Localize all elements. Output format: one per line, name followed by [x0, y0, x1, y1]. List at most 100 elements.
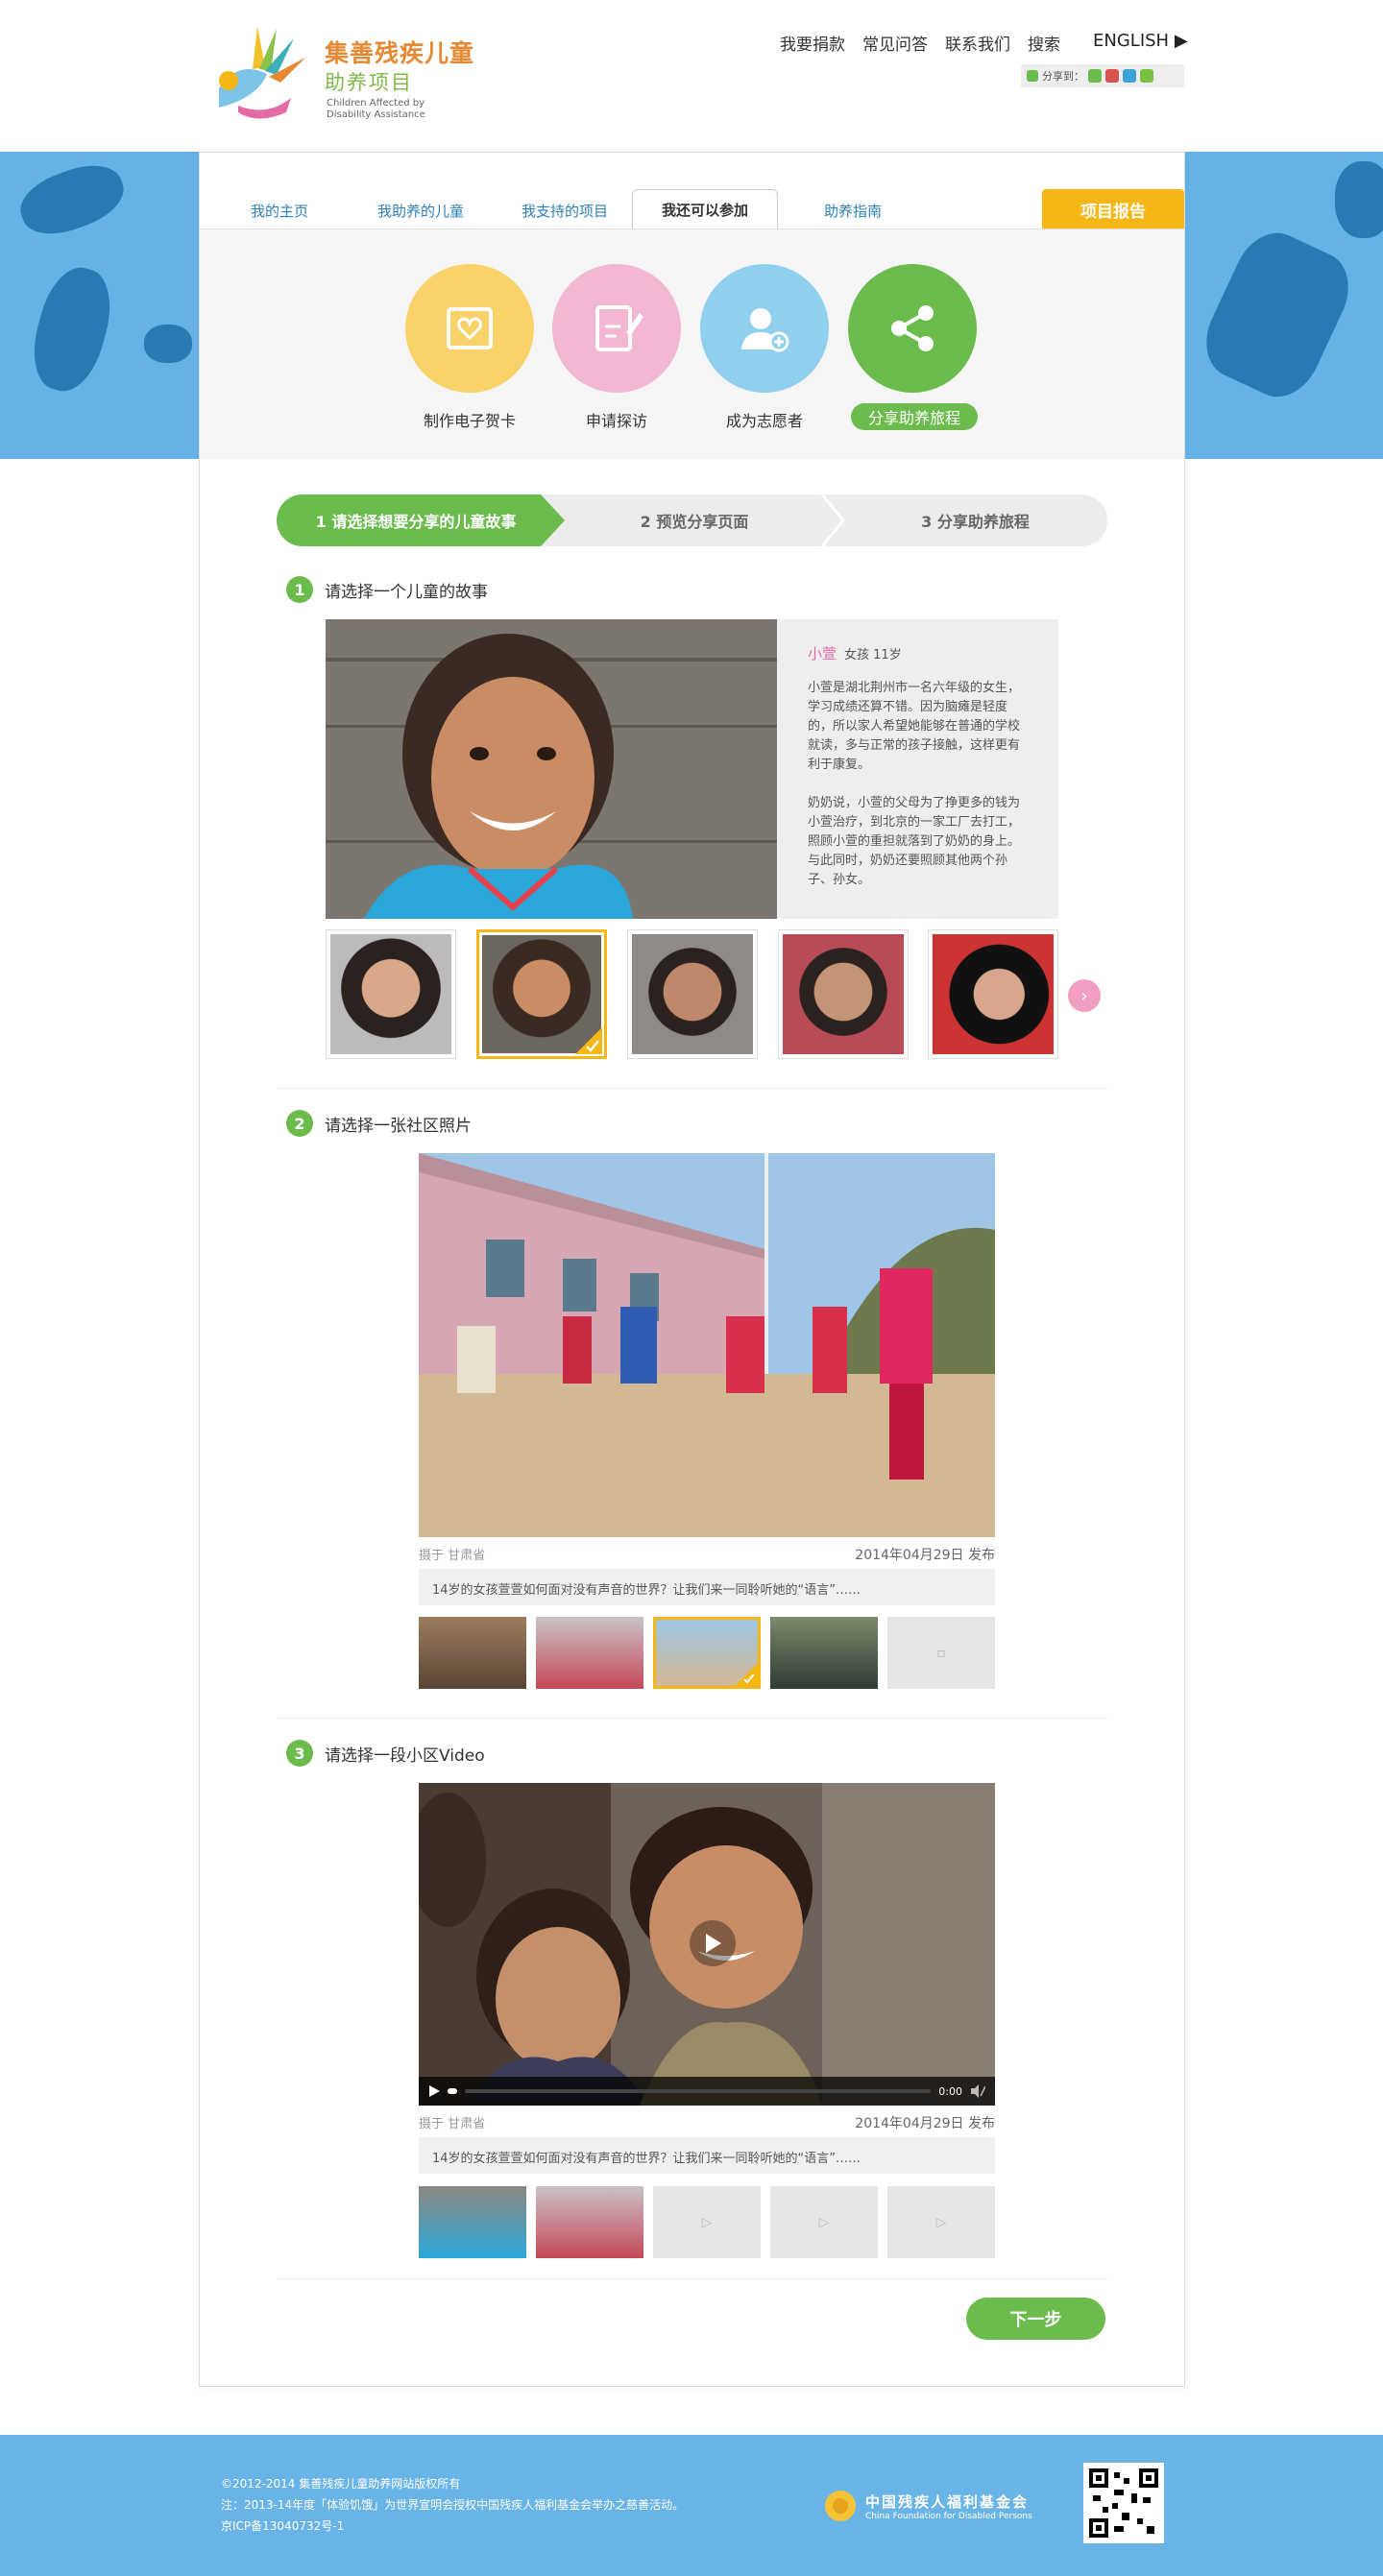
child-thumb[interactable]	[476, 929, 607, 1059]
volunteer-label: 成为志愿者	[725, 412, 803, 430]
child-thumb[interactable]	[778, 929, 909, 1059]
photo-placeholder[interactable]: ▫	[887, 1617, 995, 1689]
child-story-photo	[326, 619, 777, 919]
photo-thumb[interactable]	[770, 1617, 878, 1689]
action-area: 制作电子贺卡 申请探访 成为志愿者	[200, 229, 1184, 459]
video-location: 摄于 甘肃省	[419, 2117, 486, 2131]
foundation-name-en: China Foundation for Disabled Persons	[865, 2511, 1032, 2521]
weibo-icon[interactable]	[1105, 69, 1119, 83]
child-thumb[interactable]	[928, 929, 1058, 1059]
video-thumb[interactable]	[419, 2186, 526, 2258]
video-time: 0:00	[938, 2084, 962, 2098]
photo-thumb-selected[interactable]	[653, 1617, 761, 1689]
video-progress-bar[interactable]	[465, 2089, 932, 2093]
wechat-icon[interactable]	[1140, 69, 1153, 83]
section-2-title: 请选择一张社区照片	[325, 1116, 472, 1136]
child-name: 小萱	[808, 645, 837, 662]
nav-faq-link[interactable]: 常见问答	[862, 31, 928, 55]
visit-button[interactable]	[552, 264, 681, 393]
ecard-button[interactable]	[405, 264, 534, 393]
photo-date: 2014年04月29日 发布	[855, 1548, 995, 1563]
section-2-header: 2 请选择一张社区照片	[286, 1110, 472, 1137]
volunteer-button[interactable]	[700, 264, 829, 393]
qr-code	[1083, 2463, 1164, 2543]
step-2: 2 预览分享页面	[640, 513, 749, 531]
photo-thumb[interactable]	[536, 1617, 643, 1689]
play-icon	[706, 1934, 721, 1953]
image-placeholder-icon: ▫	[936, 1645, 946, 1661]
qzone-icon[interactable]	[1088, 69, 1102, 83]
tencent-weibo-icon[interactable]	[1123, 69, 1136, 83]
tab-my-children[interactable]: 我助养的儿童	[363, 191, 478, 229]
video-placeholder[interactable]: ▷	[770, 2186, 878, 2258]
section-1-number: 1	[286, 576, 313, 603]
english-label: ENGLISH	[1093, 31, 1170, 51]
logo-text-cn-2: 助养项目	[325, 71, 413, 94]
divider	[277, 2278, 1107, 2279]
video-caption: 14岁的女孩萱萱如何面对没有声音的世界？让我们来一同聆听她的“语言”……	[419, 2137, 995, 2174]
tab-bar: 我的主页 我助养的儿童 我支持的项目 我还可以参加 助养指南	[200, 153, 1184, 229]
qr-code-icon	[1089, 2468, 1158, 2538]
section-3-header: 3 请选择一段小区Video	[286, 1740, 485, 1767]
nav-contact-link[interactable]: 联系我们	[945, 31, 1010, 55]
video-placeholder-icon: ▷	[701, 2214, 713, 2230]
video-placeholder-icon: ▷	[818, 2214, 830, 2230]
tab-join-more[interactable]: 我还可以参加	[632, 189, 778, 229]
top-nav: 我要捐款 常见问答 联系我们 搜索	[780, 31, 1078, 55]
video-date: 2014年04月29日 发布	[855, 2116, 995, 2131]
volume-icon[interactable]	[970, 2084, 985, 2098]
play-small-icon[interactable]	[428, 2085, 440, 2097]
foundation-name-cn: 中国残疾人福利基金会	[865, 2492, 1030, 2511]
next-arrow-icon[interactable]: ›	[1068, 979, 1101, 1012]
section-3-title: 请选择一段小区Video	[325, 1745, 485, 1766]
add-user-icon	[741, 308, 789, 352]
child-thumb[interactable]	[326, 929, 456, 1059]
share-bar: 分享到：	[1021, 64, 1184, 87]
play-button[interactable]	[690, 1920, 736, 1966]
video-player[interactable]: 0:00	[419, 1783, 995, 2106]
logo-text-cn: 集善残疾儿童	[325, 39, 475, 67]
section-3-number: 3	[286, 1740, 313, 1767]
ecard-label: 制作电子贺卡	[423, 412, 516, 430]
child-info: 女孩 11岁	[844, 648, 902, 662]
video-thumb[interactable]	[536, 2186, 643, 2258]
footer-text: ©2012-2014 集善残疾儿童助养网站版权所有 注：2013-14年度「体验…	[221, 2473, 684, 2537]
english-link[interactable]: ENGLISH ▶	[1093, 31, 1188, 51]
photo-thumb[interactable]	[419, 1617, 526, 1689]
tab-my-home[interactable]: 我的主页	[227, 191, 332, 229]
story-paragraph-2: 奶奶说，小萱的父母为了挣更多的钱为小萱治疗，到北京的一家工厂去打工，照顾小萱的重…	[808, 796, 1021, 887]
tab-my-projects[interactable]: 我支持的项目	[502, 191, 627, 229]
step-3: 3 分享助养旅程	[921, 513, 1030, 531]
copyright: ©2012-2014 集善残疾儿童助养网站版权所有	[221, 2477, 461, 2491]
progress-handle[interactable]	[448, 2088, 457, 2094]
next-step-button[interactable]: 下一步	[966, 2298, 1105, 2340]
share-label: 分享到：	[1042, 70, 1084, 83]
foundation-emblem-icon	[825, 2491, 856, 2521]
nav-donate-link[interactable]: 我要捐款	[780, 31, 845, 55]
share-icon	[891, 305, 934, 351]
bird-logo-icon	[219, 26, 305, 119]
photo-caption: 14岁的女孩萱萱如何面对没有声音的世界？让我们来一同聆听她的“语言”……	[419, 1569, 995, 1605]
divider	[277, 1718, 1107, 1719]
video-controls: 0:00	[419, 2077, 995, 2106]
visit-label: 申请探访	[585, 412, 647, 430]
share-journey-button[interactable]	[848, 264, 977, 393]
video-placeholder[interactable]: ▷	[653, 2186, 761, 2258]
nav-search-link[interactable]: 搜索	[1028, 31, 1060, 55]
section-1-title: 请选择一个儿童的故事	[325, 582, 488, 602]
plus-icon	[1027, 70, 1038, 82]
check-icon	[575, 1027, 602, 1054]
section-1-header: 1 请选择一个儿童的故事	[286, 576, 488, 603]
child-thumb[interactable]	[627, 929, 758, 1059]
card-heart-icon	[447, 307, 493, 349]
foundation-logo[interactable]: 中国残疾人福利基金会 China Foundation for Disabled…	[821, 2487, 1032, 2525]
story-paragraph-1: 小萱是湖北荆州市一名六年级的女生，学习成绩还算不错。因为脑瘫是轻度的，所以家人希…	[808, 681, 1021, 772]
site-logo[interactable]: 集善残疾儿童 助养项目 Children Affected by Disabil…	[200, 21, 473, 129]
edit-form-icon	[595, 305, 643, 351]
photo-location: 摄于 甘肃省	[419, 1549, 486, 1563]
project-report-button[interactable]: 项目报告	[1042, 189, 1184, 229]
tab-guide[interactable]: 助养指南	[795, 191, 910, 229]
video-placeholder[interactable]: ▷	[887, 2186, 995, 2258]
share-journey-label[interactable]: 分享助养旅程	[851, 403, 978, 430]
footer: ©2012-2014 集善残疾儿童助养网站版权所有 注：2013-14年度「体验…	[0, 2435, 1383, 2576]
